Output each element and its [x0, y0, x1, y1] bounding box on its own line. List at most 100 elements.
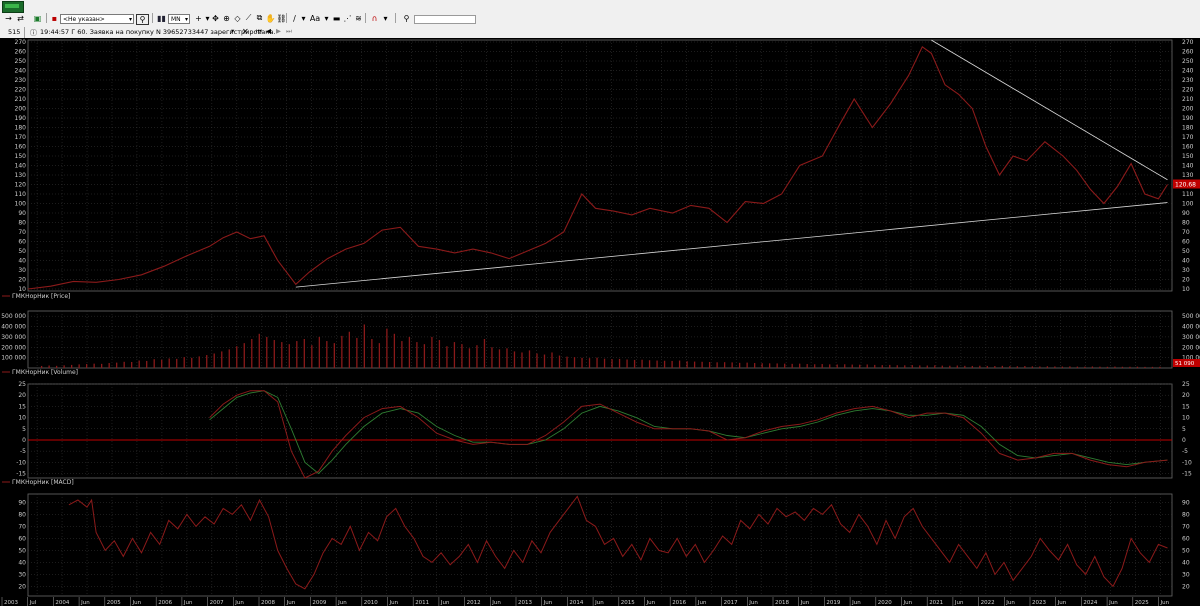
timeframe-select[interactable]: MN ▾: [168, 14, 190, 24]
y-tick-label-right: 5: [1182, 426, 1186, 433]
instrument-icon: ▪: [51, 13, 58, 23]
x-tick-label: 2007: [210, 600, 224, 606]
x-tick-label: Jun: [543, 600, 553, 606]
y-tick-label-left: 80: [18, 220, 26, 227]
x-tick-label: 2011: [415, 600, 429, 606]
x-tick-label: Jun: [1108, 600, 1118, 606]
diamond-icon[interactable]: ◇: [232, 12, 243, 24]
move-icon[interactable]: ✥: [210, 12, 221, 24]
y-tick-label-left: 90: [18, 210, 26, 217]
volume-marker-label: 51 090: [1175, 361, 1195, 367]
y-tick-label-right: 10: [1182, 286, 1190, 293]
y-tick-label-left: 140: [15, 163, 27, 170]
x-tick-label: 2006: [158, 600, 172, 606]
status-counter: 515: [8, 28, 21, 36]
y-tick-label-left: 150: [15, 153, 27, 160]
y-tick-label-left: 160: [15, 144, 27, 151]
status-dropdown-icon[interactable]: ▾: [231, 27, 234, 35]
indicator-icon[interactable]: ≋: [353, 12, 364, 24]
y-tick-label-left: 220: [15, 87, 27, 94]
y-tick-label-right: 40: [1182, 559, 1190, 566]
y-tick-label-right: 200 000: [1182, 344, 1200, 351]
prev-icon[interactable]: ◀: [266, 27, 271, 35]
x-tick-label: Jun: [697, 600, 707, 606]
y-tick-label-left: 20: [18, 392, 26, 399]
x-tick-label: 2010: [364, 600, 378, 606]
y-tick-label-right: 50: [1182, 547, 1190, 554]
y-tick-label-right: -5: [1182, 448, 1188, 455]
y-tick-label-left: 60: [18, 239, 26, 246]
x-tick-label: Jun: [389, 600, 399, 606]
close-icon[interactable]: ✕: [242, 27, 249, 36]
y-tick-label-left: 80: [18, 511, 26, 518]
x-tick-label: Jun: [851, 600, 861, 606]
y-tick-label-right: -10: [1182, 459, 1192, 466]
x-tick-label: Jun: [286, 600, 296, 606]
chart-area[interactable]: 1010202030304040505060607070808090901001…: [0, 38, 1200, 606]
x-tick-label: 2014: [569, 600, 583, 606]
y-tick-label-left: 200: [15, 106, 27, 113]
y-tick-label-right: 110: [1182, 191, 1194, 198]
y-tick-label-left: 270: [15, 39, 27, 46]
y-tick-label-right: 140: [1182, 163, 1194, 170]
x-tick-label: Jun: [1057, 600, 1067, 606]
instrument-select[interactable]: <Не указан> ▾: [60, 14, 134, 24]
search-input[interactable]: [414, 15, 476, 24]
x-tick-label: 2017: [724, 600, 738, 606]
y-tick-label-left: 40: [18, 258, 26, 265]
magnet-icon[interactable]: ∩: [369, 12, 380, 24]
x-tick-label: Jun: [440, 600, 450, 606]
x-tick-label: Jun: [183, 600, 193, 606]
curve-icon[interactable]: ⋰: [342, 12, 353, 24]
y-tick-label-left: 70: [18, 229, 26, 236]
y-tick-label-left: 0: [22, 437, 26, 444]
search-icon[interactable]: ⚲: [401, 12, 412, 24]
x-tick-label: 2005: [107, 600, 121, 606]
y-tick-label-right: 10: [1182, 415, 1190, 422]
y-tick-label-right: 30: [1182, 267, 1190, 274]
first-icon[interactable]: ⏮: [256, 27, 262, 36]
next-icon[interactable]: ▶: [276, 27, 281, 35]
x-tick-label: Jun: [1160, 600, 1170, 606]
y-tick-label-right: 90: [1182, 499, 1190, 506]
export-icon[interactable]: ▣: [32, 12, 43, 24]
dropdown-icon[interactable]: ▾: [380, 12, 391, 24]
y-tick-label-left: 190: [15, 115, 27, 122]
x-tick-label: 2023: [1032, 600, 1046, 606]
crosshair-icon[interactable]: ⊕: [221, 12, 232, 24]
x-tick-label: 2021: [929, 600, 943, 606]
y-tick-label-right: 170: [1182, 134, 1194, 141]
y-tick-label-left: 300 000: [1, 334, 26, 341]
x-tick-label: 2008: [261, 600, 275, 606]
y-tick-label-right: 190: [1182, 115, 1194, 122]
y-tick-label-left: -10: [16, 459, 26, 466]
y-tick-label-left: 210: [15, 96, 27, 103]
font-button[interactable]: Aa: [308, 12, 322, 24]
hand-icon[interactable]: ✋: [265, 12, 276, 24]
search-instrument-icon[interactable]: ⚲: [136, 14, 149, 25]
arrows-icon[interactable]: ⇄: [15, 12, 26, 24]
y-tick-label-right: 20: [1182, 583, 1190, 590]
y-tick-label-left: 120: [15, 182, 27, 189]
text-fill-icon[interactable]: ▬: [331, 12, 342, 24]
status-message: 19:44:57 Г 60. Заявка на покупку N 39652…: [40, 28, 276, 36]
y-tick-label-right: 130: [1182, 172, 1194, 179]
copy-icon[interactable]: ⧉: [254, 12, 265, 24]
info-icon: ⓘ: [30, 29, 37, 37]
arrow-right-icon[interactable]: →: [3, 12, 14, 24]
ruler-icon[interactable]: ⟋: [243, 12, 254, 24]
y-tick-label-right: 60: [1182, 535, 1190, 542]
y-tick-label-left: 15: [18, 403, 26, 410]
last-icon[interactable]: ⏭: [286, 27, 292, 36]
y-tick-label-right: 200: [1182, 106, 1194, 113]
y-tick-label-left: 25: [18, 381, 26, 388]
x-tick-label: 2004: [55, 600, 69, 606]
x-tick-label: 2013: [518, 600, 532, 606]
x-tick-label: Jun: [800, 600, 810, 606]
x-tick-label: 2016: [672, 600, 686, 606]
chart-background: [0, 38, 1200, 606]
x-tick-label: 2022: [981, 600, 995, 606]
bar-chart-icon[interactable]: ▮▮: [156, 12, 167, 24]
panel-title: ГМКНорНик [MACD]: [12, 479, 74, 486]
x-tick-label: Jun: [748, 600, 758, 606]
